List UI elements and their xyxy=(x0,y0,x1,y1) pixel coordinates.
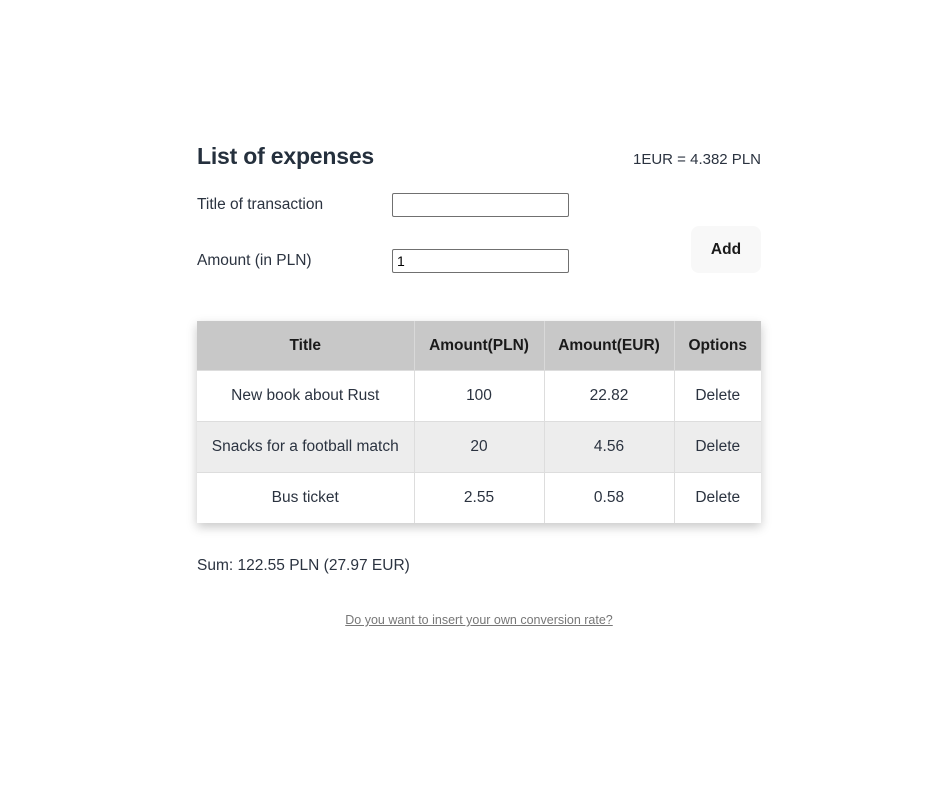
cell-title: Bus ticket xyxy=(197,472,414,523)
column-header-amount-pln: Amount(PLN) xyxy=(413,321,544,371)
delete-button[interactable]: Delete xyxy=(673,421,761,473)
expenses-app: List of expenses 1EUR = 4.382 PLN Title … xyxy=(197,140,761,627)
cell-amount-pln: 100 xyxy=(413,370,544,422)
column-header-title: Title xyxy=(197,321,414,371)
conversion-rate: 1EUR = 4.382 PLN xyxy=(633,151,761,168)
add-button[interactable]: Add xyxy=(691,226,761,273)
expense-form: Title of transaction Amount (in PLN) Add xyxy=(197,176,761,336)
sum-total: Sum: 122.55 PLN (27.97 EUR) xyxy=(197,557,410,574)
custom-rate-link[interactable]: Do you want to insert your own conversio… xyxy=(197,613,761,627)
amount-label: Amount (in PLN) xyxy=(197,252,312,269)
cell-amount-eur: 0.58 xyxy=(543,472,674,523)
table-row: Bus ticket 2.55 0.58 Delete xyxy=(197,472,761,523)
table-row: New book about Rust 100 22.82 Delete xyxy=(197,370,761,422)
title-label: Title of transaction xyxy=(197,196,324,213)
cell-title: New book about Rust xyxy=(197,370,414,422)
cell-amount-eur: 4.56 xyxy=(543,421,674,473)
column-header-options: Options xyxy=(673,321,761,371)
column-header-amount-eur: Amount(EUR) xyxy=(543,321,674,371)
cell-amount-eur: 22.82 xyxy=(543,370,674,422)
delete-button[interactable]: Delete xyxy=(673,472,761,523)
expenses-table-container: Title Amount(PLN) Amount(EUR) Options Ne… xyxy=(197,321,761,523)
header: List of expenses 1EUR = 4.382 PLN xyxy=(197,140,761,176)
cell-amount-pln: 20 xyxy=(413,421,544,473)
title-field-row: Title of transaction xyxy=(197,193,577,217)
amount-field-row: Amount (in PLN) xyxy=(197,249,577,273)
page-title: List of expenses xyxy=(197,143,375,169)
expenses-table: Title Amount(PLN) Amount(EUR) Options Ne… xyxy=(197,321,761,523)
table-header-row: Title Amount(PLN) Amount(EUR) Options xyxy=(197,321,761,371)
title-input[interactable] xyxy=(392,193,569,217)
cell-title: Snacks for a football match xyxy=(197,421,414,473)
cell-amount-pln: 2.55 xyxy=(413,472,544,523)
table-row: Snacks for a football match 20 4.56 Dele… xyxy=(197,421,761,473)
amount-input[interactable] xyxy=(392,249,569,273)
delete-button[interactable]: Delete xyxy=(673,370,761,422)
